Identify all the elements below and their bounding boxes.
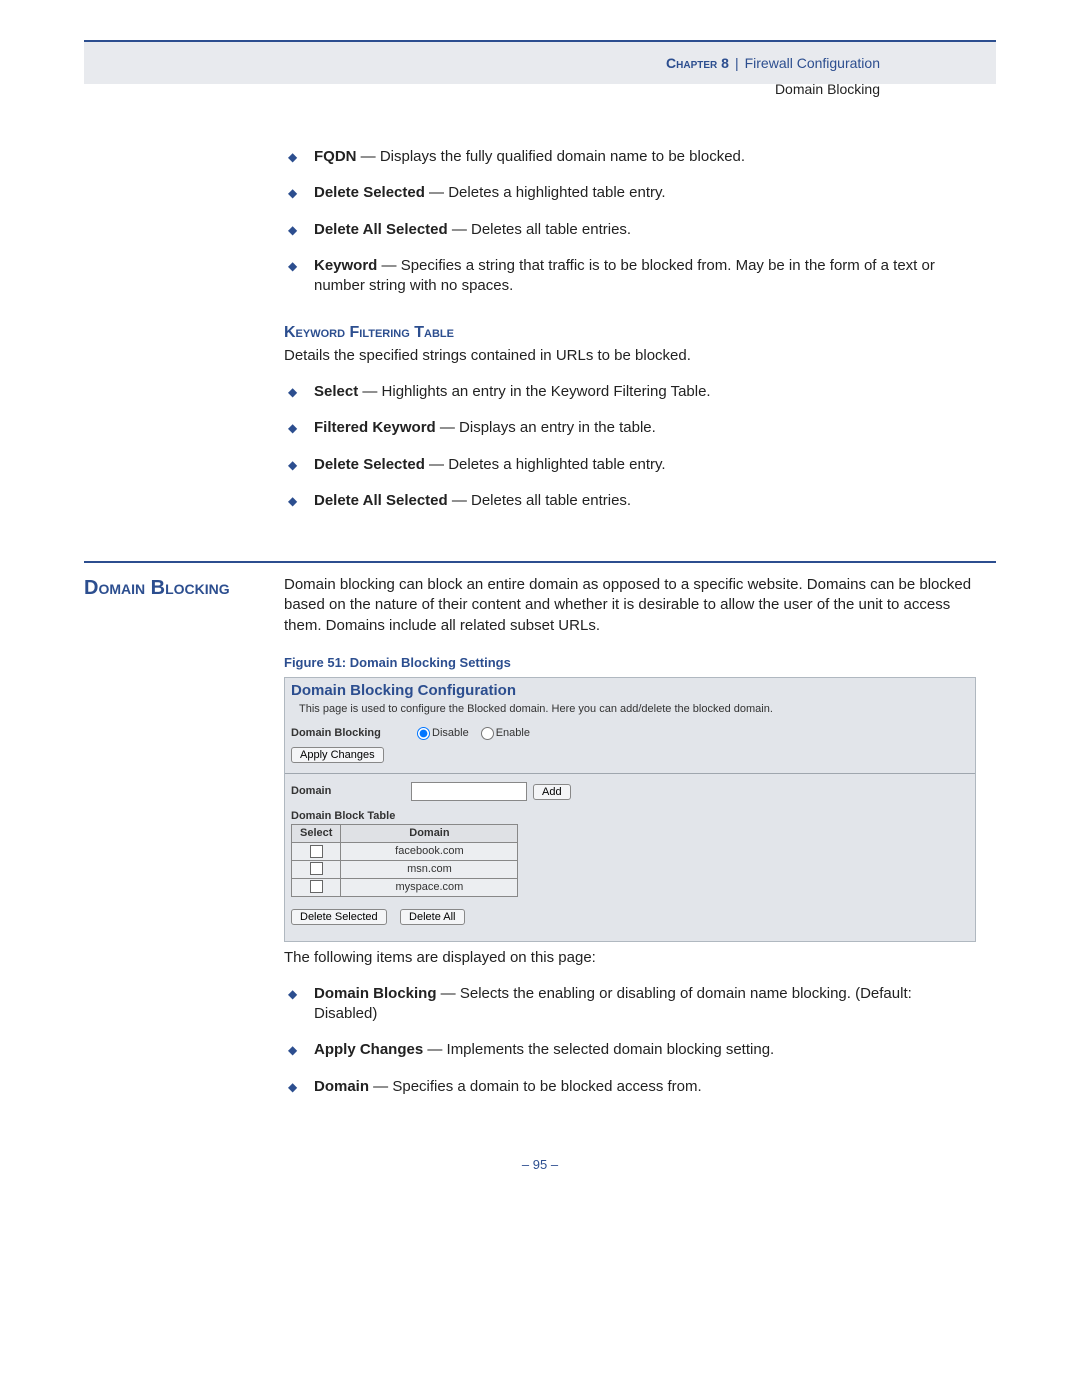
keyword-filtering-heading: Keyword Filtering Table bbox=[284, 322, 976, 344]
page-header: Chapter 8 | Firewall Configuration bbox=[84, 40, 996, 84]
after-figure-text: The following items are displayed on thi… bbox=[284, 948, 976, 968]
domain-block-table: Select Domain facebook.com msn.com myspa… bbox=[291, 824, 518, 896]
enable-radio[interactable] bbox=[481, 727, 494, 740]
list-item: Apply Changes — Implements the selected … bbox=[284, 1040, 976, 1060]
enable-radio-label: Enable bbox=[496, 726, 530, 741]
domain-blocking-label: Domain Blocking bbox=[291, 726, 411, 741]
domain-blocking-intro: Domain blocking can block an entire doma… bbox=[284, 575, 976, 636]
domain-cell: myspace.com bbox=[341, 878, 518, 896]
list-item: Delete Selected — Deletes a highlighted … bbox=[284, 455, 976, 475]
table-row: msn.com bbox=[292, 860, 518, 878]
list-item: Keyword — Specifies a string that traffi… bbox=[284, 256, 976, 297]
domain-blocking-items-list: Domain Blocking — Selects the enabling o… bbox=[284, 984, 976, 1097]
domain-blocking-config-panel: Domain Blocking Configuration This page … bbox=[284, 677, 976, 941]
domain-input-label: Domain bbox=[291, 784, 411, 799]
delete-all-button[interactable]: Delete All bbox=[400, 909, 464, 925]
row-checkbox[interactable] bbox=[310, 845, 323, 858]
apply-changes-button[interactable]: Apply Changes bbox=[291, 747, 384, 763]
table-row: facebook.com bbox=[292, 843, 518, 861]
figure-caption: Figure 51: Domain Blocking Settings bbox=[284, 654, 976, 672]
row-checkbox[interactable] bbox=[310, 862, 323, 875]
list-item: Filtered Keyword — Displays an entry in … bbox=[284, 418, 976, 438]
header-section: Firewall Configuration bbox=[745, 55, 880, 71]
ui-separator bbox=[285, 773, 975, 774]
top-definition-list: FQDN — Displays the fully qualified doma… bbox=[284, 147, 976, 296]
list-item: FQDN — Displays the fully qualified doma… bbox=[284, 147, 976, 167]
list-item: Delete Selected — Deletes a highlighted … bbox=[284, 183, 976, 203]
keyword-filtering-intro: Details the specified strings contained … bbox=[284, 346, 976, 366]
page-number: – 95 – bbox=[84, 1157, 996, 1172]
disable-radio[interactable] bbox=[417, 727, 430, 740]
row-checkbox[interactable] bbox=[310, 880, 323, 893]
list-item: Domain Blocking — Selects the enabling o… bbox=[284, 984, 976, 1025]
delete-selected-button[interactable]: Delete Selected bbox=[291, 909, 387, 925]
list-item: Domain — Specifies a domain to be blocke… bbox=[284, 1077, 976, 1097]
col-domain-header: Domain bbox=[341, 825, 518, 843]
domain-blocking-title: Domain Blocking bbox=[84, 575, 284, 600]
header-subsection: Domain Blocking bbox=[84, 81, 996, 97]
domain-cell: facebook.com bbox=[341, 843, 518, 861]
ui-panel-title: Domain Blocking Configuration bbox=[285, 678, 975, 701]
section-divider bbox=[84, 561, 996, 563]
keyword-definition-list: Select — Highlights an entry in the Keyw… bbox=[284, 382, 976, 511]
list-item: Delete All Selected — Deletes all table … bbox=[284, 491, 976, 511]
chapter-label: Chapter 8 bbox=[666, 55, 729, 71]
disable-radio-label: Disable bbox=[432, 726, 469, 741]
list-item: Select — Highlights an entry in the Keyw… bbox=[284, 382, 976, 402]
domain-block-table-title: Domain Block Table bbox=[285, 809, 975, 824]
header-separator: | bbox=[735, 55, 739, 71]
col-select-header: Select bbox=[292, 825, 341, 843]
add-button[interactable]: Add bbox=[533, 784, 571, 800]
list-item: Delete All Selected — Deletes all table … bbox=[284, 220, 976, 240]
domain-cell: msn.com bbox=[341, 860, 518, 878]
domain-input[interactable] bbox=[411, 782, 527, 801]
ui-panel-desc: This page is used to configure the Block… bbox=[285, 702, 975, 725]
table-row: myspace.com bbox=[292, 878, 518, 896]
